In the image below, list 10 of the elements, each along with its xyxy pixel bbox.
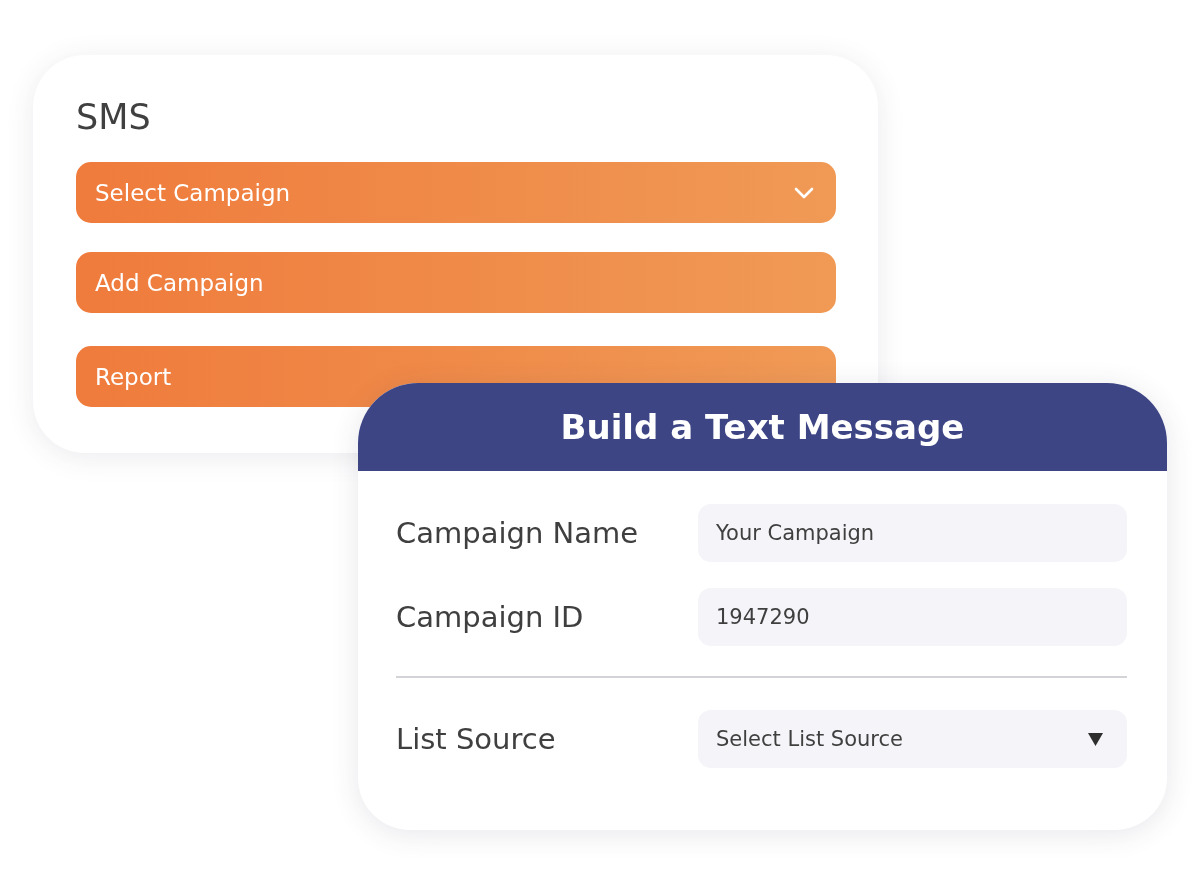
chevron-down-icon [794, 186, 814, 199]
text-field[interactable]: 1947290 [698, 588, 1127, 646]
text-field[interactable]: Your Campaign [698, 504, 1127, 562]
select-field[interactable]: Select List Source [698, 710, 1127, 768]
header-title: Build a Text Message [560, 406, 965, 449]
card-title: SMS [76, 96, 151, 139]
field-label: Campaign Name [396, 516, 640, 550]
field-label: Campaign ID [396, 600, 585, 634]
field-label: List Source [396, 722, 557, 756]
triangle-down-icon [1088, 732, 1103, 746]
